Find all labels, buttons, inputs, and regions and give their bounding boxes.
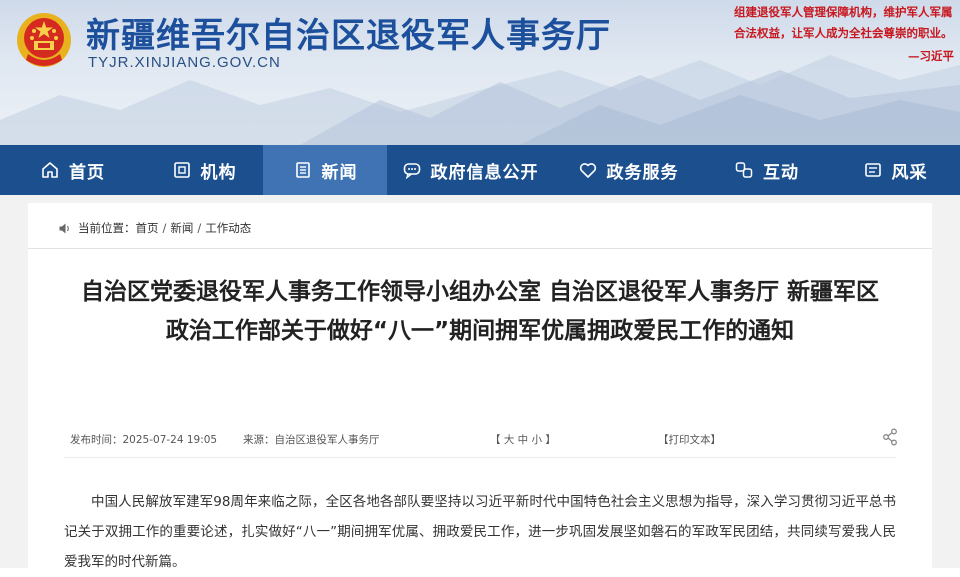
nav-label: 机构 xyxy=(200,162,237,183)
main-content: 当前位置： 首页 / 新闻 / 工作动态 自治区党委退役军人事务工作领导小组办公… xyxy=(0,195,960,570)
nav-label: 风采 xyxy=(891,162,928,183)
site-title[interactable]: 新疆维吾尔自治区退役军人事务厅 xyxy=(86,8,611,57)
gallery-icon xyxy=(863,160,883,180)
header-banner: 新疆维吾尔自治区退役军人事务厅 TYJR.XINJIANG.GOV.CN 组建退… xyxy=(0,0,960,145)
article-meta: 发布时间：2025-07-24 19:05 来源：自治区退役军人事务厅 【 大 … xyxy=(70,428,900,450)
breadcrumb-home-link[interactable]: 首页 xyxy=(136,220,159,236)
nav-item-organization[interactable]: 机构 xyxy=(145,145,263,195)
news-icon xyxy=(293,160,313,180)
main-nav: 首页 机构 新闻 政府信息公开 政务服务 互动 风采 xyxy=(0,145,960,195)
breadcrumb-separator: / xyxy=(197,221,202,235)
breadcrumb: 当前位置： 首页 / 新闻 / 工作动态 xyxy=(58,220,251,236)
home-icon xyxy=(40,160,60,180)
quote-signature: —习近平 xyxy=(908,49,954,63)
nav-item-gov-services[interactable]: 政务服务 xyxy=(553,145,703,195)
leader-quote: 组建退役军人管理保障机构，维护军人军属合法权益，让军人成为全社会尊崇的职业。 —… xyxy=(734,2,960,67)
speaker-icon xyxy=(58,222,71,235)
divider xyxy=(28,248,932,249)
nav-label: 互动 xyxy=(763,162,799,183)
divider xyxy=(64,457,896,458)
print-button[interactable]: 【打印文本】 xyxy=(658,434,721,446)
font-size-control[interactable]: 【 大 中 小 】 xyxy=(490,434,556,446)
chat-icon xyxy=(402,160,422,180)
breadcrumb-work-link[interactable]: 工作动态 xyxy=(205,220,251,236)
breadcrumb-separator: / xyxy=(162,221,167,235)
nav-item-home[interactable]: 首页 xyxy=(0,145,145,195)
nav-item-news[interactable]: 新闻 xyxy=(263,145,387,195)
share-icon[interactable] xyxy=(882,428,898,446)
building-icon xyxy=(172,160,192,180)
quote-text: 组建退役军人管理保障机构，维护军人军属合法权益，让军人成为全社会尊崇的职业。 xyxy=(734,5,953,40)
publish-time: 发布时间：2025-07-24 19:05 xyxy=(70,434,218,446)
site-url[interactable]: TYJR.XINJIANG.GOV.CN xyxy=(88,54,281,71)
nav-item-interaction[interactable]: 互动 xyxy=(703,145,830,195)
nav-label: 政府信息公开 xyxy=(430,162,539,183)
nav-label: 政务服务 xyxy=(606,162,679,183)
heart-icon xyxy=(578,160,598,180)
breadcrumb-news-link[interactable]: 新闻 xyxy=(170,220,193,236)
interaction-icon xyxy=(734,160,754,180)
nav-item-gov-info[interactable]: 政府信息公开 xyxy=(387,145,553,195)
article-body: 中国人民解放军建军98周年来临之际，全区各地各部队要坚持以习近平新时代中国特色社… xyxy=(64,494,896,570)
article-title: 自治区党委退役军人事务工作领导小组办公室 自治区退役军人事务厅 新疆军区政治工作… xyxy=(80,279,879,344)
article-source: 来源：自治区退役军人事务厅 xyxy=(243,434,380,446)
nav-label: 首页 xyxy=(69,162,105,183)
breadcrumb-prefix: 当前位置： xyxy=(78,221,136,235)
nav-item-gallery[interactable]: 风采 xyxy=(830,145,960,195)
nav-label: 新闻 xyxy=(321,162,358,183)
article-card: 当前位置： 首页 / 新闻 / 工作动态 自治区党委退役军人事务工作领导小组办公… xyxy=(28,203,932,570)
national-emblem-icon xyxy=(17,13,71,67)
